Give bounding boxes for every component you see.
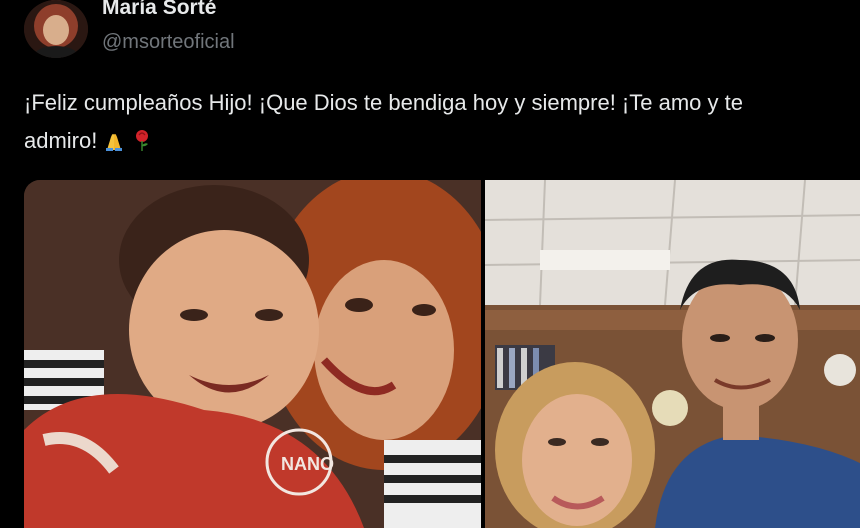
author-handle[interactable]: @msorteoficial <box>102 31 235 54</box>
mother-and-baby-photo-icon: NANO <box>24 180 481 528</box>
tweet-photo-1[interactable]: NANO <box>24 180 481 528</box>
rose-emoji-icon <box>131 125 153 151</box>
tweet-text-line-2: admiro! <box>24 122 860 160</box>
tweet-photo-2[interactable] <box>485 180 860 528</box>
tweet-text: ¡Feliz cumpleaños Hijo! ¡Que Dios te ben… <box>24 84 860 160</box>
folded-hands-emoji-icon <box>103 125 125 151</box>
tweet-text-line-1: ¡Feliz cumpleaños Hijo! ¡Que Dios te ben… <box>24 90 743 115</box>
avatar-photo-icon <box>24 0 88 58</box>
woman-and-man-office-photo-icon <box>485 180 860 528</box>
tweet-text-line-2-text: admiro! <box>24 128 98 153</box>
author-display-name[interactable]: María Sorté <box>102 0 216 20</box>
shirt-logo-text: NANO <box>281 454 334 474</box>
author-avatar[interactable] <box>24 0 88 58</box>
tweet-media-grid: NANO <box>24 180 860 528</box>
